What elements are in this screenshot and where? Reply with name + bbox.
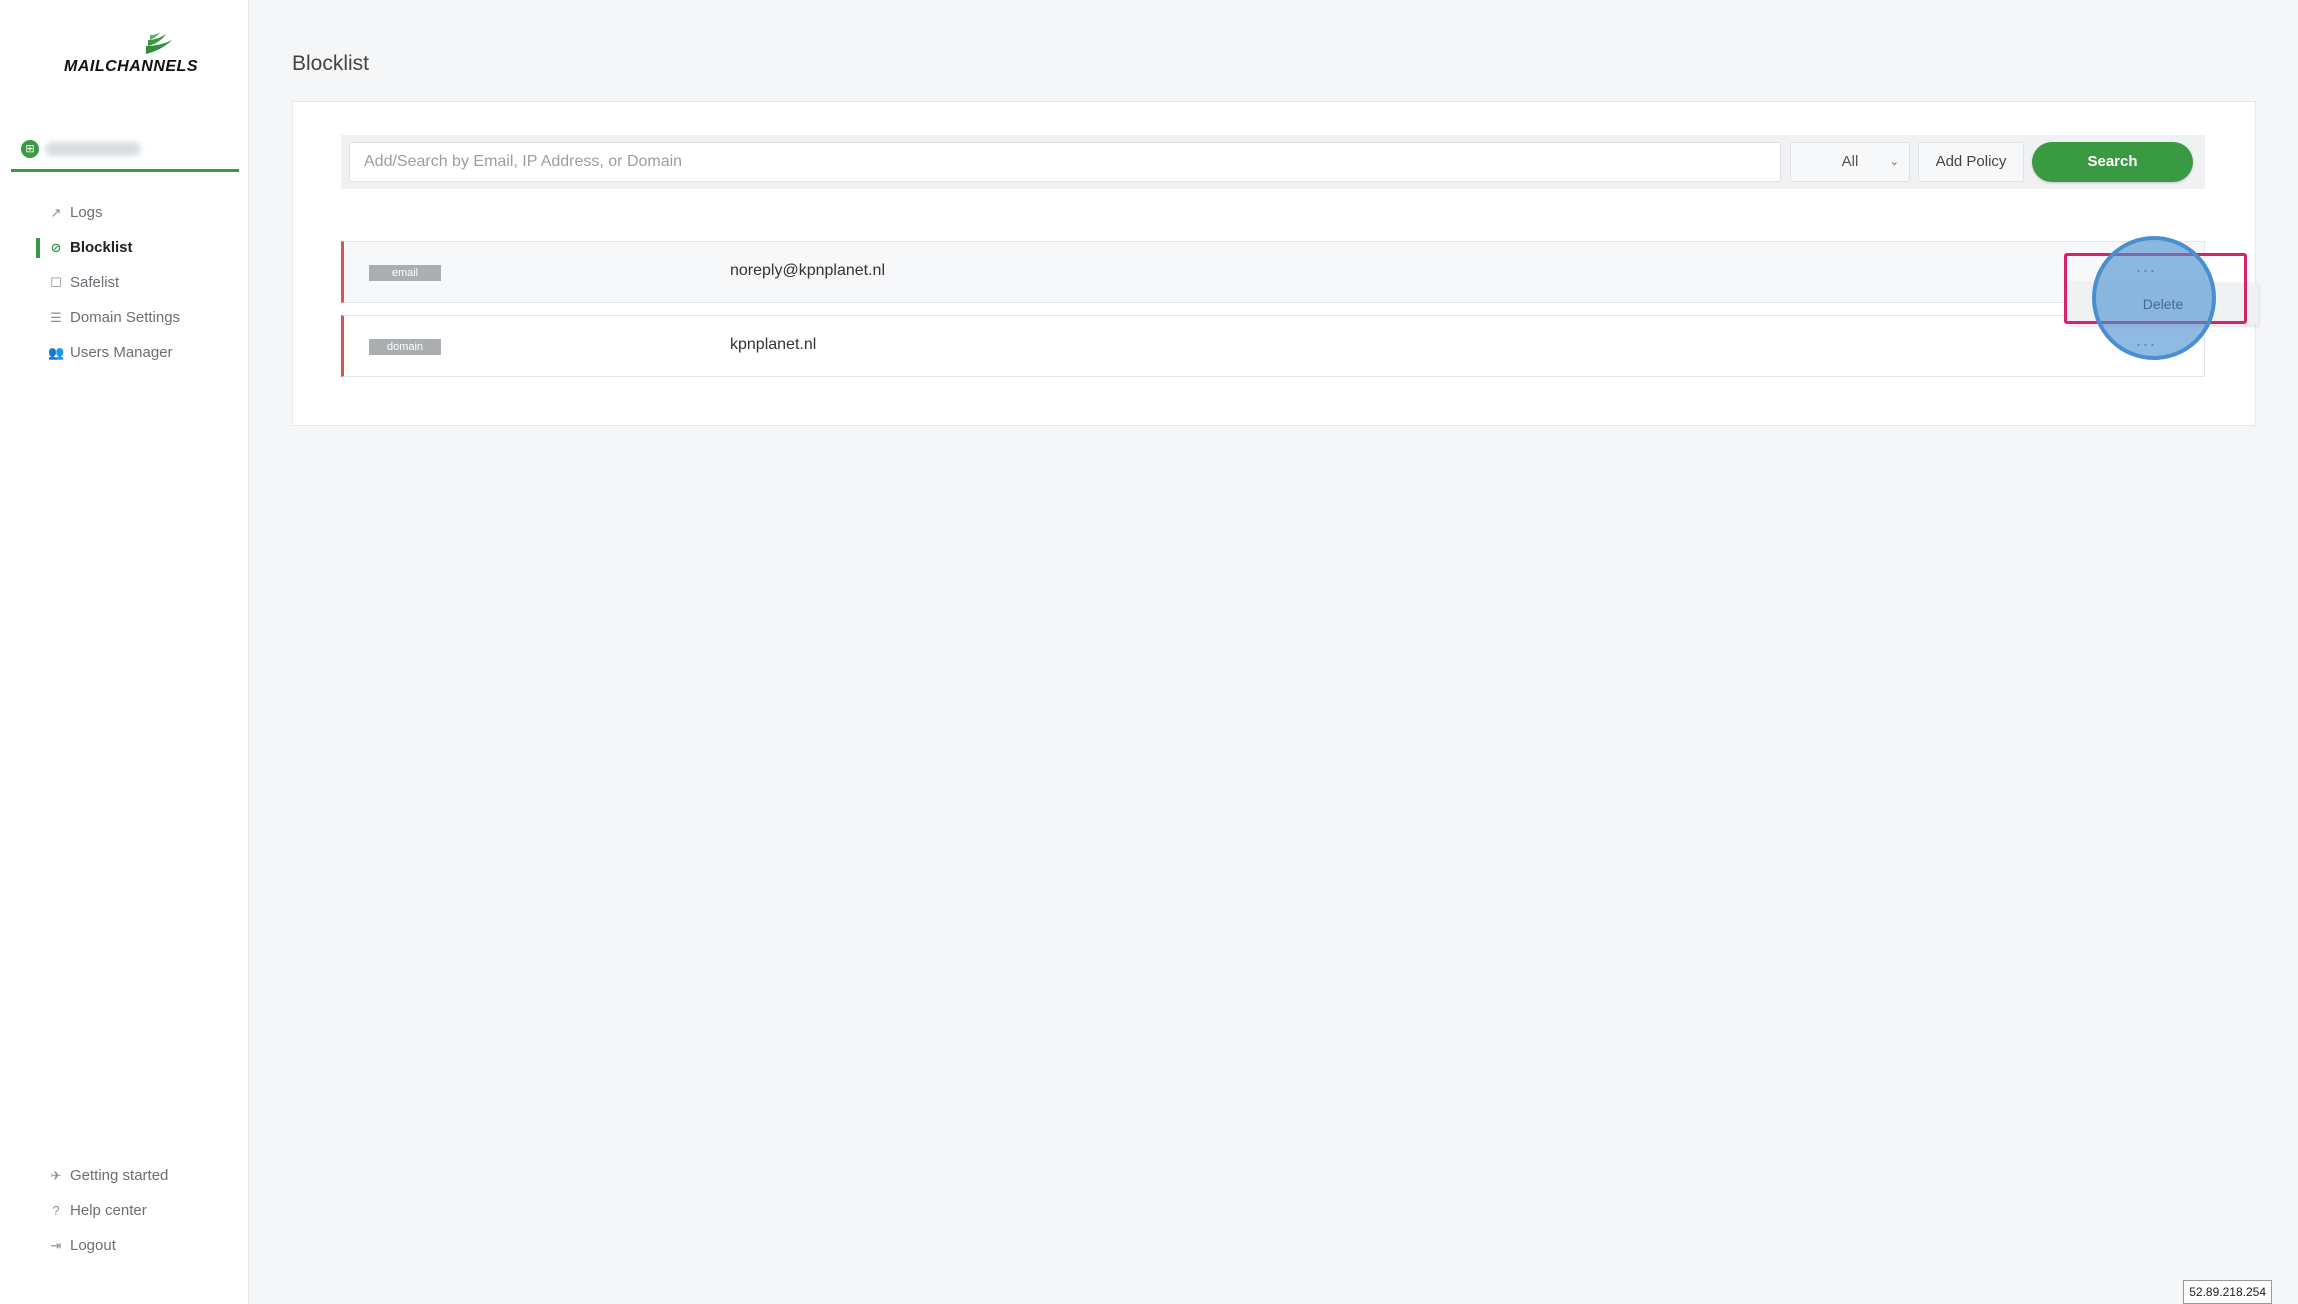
sidebar-item-label: Safelist <box>70 274 120 291</box>
blocklist-panel: All ⌄ Add Policy Search email noreply@kp… <box>292 101 2256 426</box>
ip-address-label: 52.89.218.254 <box>2183 1280 2272 1304</box>
logo-wings-icon <box>146 32 172 54</box>
sidebar-item-safelist[interactable]: ☐ Safelist <box>36 265 246 300</box>
sidebar-item-help-center[interactable]: ? Help center <box>36 1193 246 1228</box>
help-icon: ? <box>52 1203 60 1218</box>
sidebar: MAILCHANNELS ⊞ ↗ Logs ⊘ Blocklist ☐ Safe… <box>0 0 249 1304</box>
chevron-down-icon: ⌄ <box>1889 156 1899 168</box>
account-name-redacted <box>45 142 141 156</box>
sidebar-item-label: Users Manager <box>70 344 173 361</box>
sidebar-item-users-manager[interactable]: 👥 Users Manager <box>36 335 246 370</box>
users-icon: 👥 <box>48 345 65 360</box>
type-badge: email <box>369 265 441 281</box>
add-policy-button[interactable]: Add Policy <box>1918 142 2024 182</box>
type-badge: domain <box>369 339 441 355</box>
row-menu-button[interactable]: ··· <box>2128 333 2164 359</box>
type-filter-select[interactable]: All ⌄ <box>1790 142 1910 182</box>
sidebar-nav: ↗ Logs ⊘ Blocklist ☐ Safelist ☰ Domain S… <box>36 195 246 370</box>
logout-icon: ⇥ <box>50 1238 62 1253</box>
sidebar-item-label: Domain Settings <box>70 309 181 326</box>
row-action-dropdown: Delete <box>2068 283 2258 325</box>
mailchannels-logo[interactable]: MAILCHANNELS <box>64 32 198 82</box>
brand-name: MAILCHANNELS <box>64 58 198 75</box>
sidebar-item-domain-settings[interactable]: ☰ Domain Settings <box>36 300 246 335</box>
sidebar-item-label: Help center <box>70 1202 147 1219</box>
sidebar-item-label: Logs <box>70 204 103 221</box>
search-toolbar: All ⌄ Add Policy Search <box>341 135 2205 189</box>
sidebar-bottom-nav: ✈ Getting started ? Help center ⇥ Logout <box>36 1158 246 1263</box>
sidebar-item-label: Blocklist <box>70 239 133 256</box>
search-input[interactable] <box>349 142 1781 182</box>
page-title: Blocklist <box>292 52 370 75</box>
sidebar-item-logs[interactable]: ↗ Logs <box>36 195 246 230</box>
policy-value: noreply@kpnplanet.nl <box>730 262 886 279</box>
search-button[interactable]: Search <box>2032 142 2193 182</box>
sidebar-item-label: Getting started <box>70 1167 169 1184</box>
getting-started-icon: ✈ <box>50 1168 62 1183</box>
account-icon: ⊞ <box>21 140 39 158</box>
type-filter-value: All <box>1841 153 1859 170</box>
delete-menu-item[interactable]: Delete <box>2068 283 2258 325</box>
blocklist-icon: ⊘ <box>50 240 62 255</box>
table-row: email noreply@kpnplanet.nl ··· <box>341 241 2205 303</box>
sidebar-item-logout[interactable]: ⇥ Logout <box>36 1228 246 1263</box>
domain-settings-icon: ☰ <box>50 310 62 325</box>
account-selector[interactable]: ⊞ <box>11 132 239 172</box>
sidebar-item-label: Logout <box>70 1237 116 1254</box>
sidebar-item-blocklist[interactable]: ⊘ Blocklist <box>36 230 246 265</box>
safelist-icon: ☐ <box>50 275 62 290</box>
policy-value: kpnplanet.nl <box>730 336 817 353</box>
sidebar-item-getting-started[interactable]: ✈ Getting started <box>36 1158 246 1193</box>
logs-icon: ↗ <box>50 205 62 220</box>
row-menu-button[interactable]: ··· <box>2128 259 2164 285</box>
table-row: domain kpnplanet.nl ··· <box>341 315 2205 377</box>
